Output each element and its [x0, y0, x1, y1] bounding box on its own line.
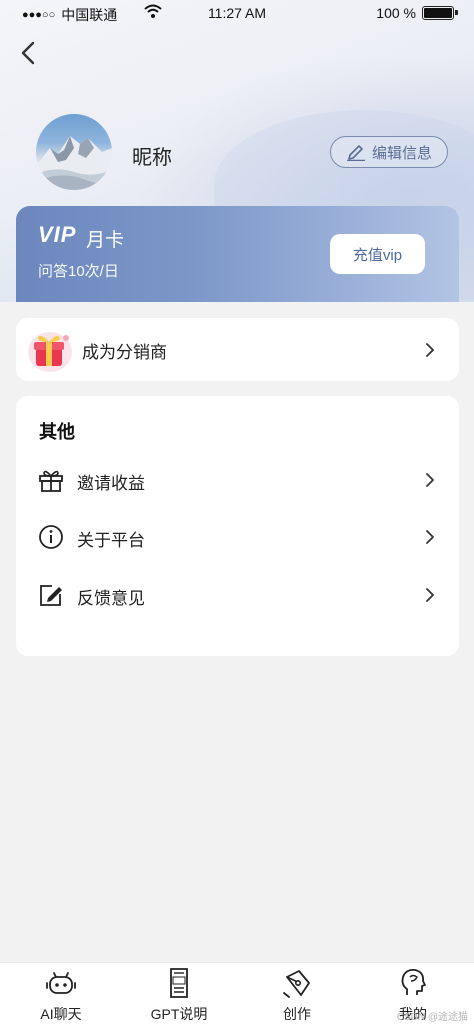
others-section: 其他 邀请收益 关于平台 反馈意见: [16, 396, 459, 656]
distributor-label: 成为分销商: [82, 343, 167, 362]
chevron-right-icon: [426, 588, 434, 602]
invite-earnings-item[interactable]: 邀请收益: [16, 457, 459, 501]
gift-icon: [39, 470, 63, 492]
vip-logo: VIP: [38, 222, 77, 247]
feedback-item[interactable]: 反馈意见: [16, 572, 459, 616]
tab-ai-chat[interactable]: AI聊天: [6, 963, 116, 1026]
invite-earnings-label: 邀请收益: [77, 474, 145, 493]
section-title: 其他: [39, 422, 75, 442]
robot-icon: [46, 972, 76, 994]
battery-icon: [422, 6, 458, 20]
vip-card: VIP 月卡 问答10次/日 充值vip: [16, 206, 459, 306]
tab-gpt-guide[interactable]: GPT说明: [124, 963, 234, 1026]
edit-note-icon: [40, 585, 62, 606]
back-button[interactable]: [16, 40, 42, 66]
edit-profile-label: 编辑信息: [371, 144, 432, 162]
tab-ai-chat-label: AI聊天: [40, 1006, 82, 1022]
tab-gpt-guide-label: GPT说明: [150, 1006, 208, 1022]
watermark: CSDN @途途猫: [396, 1012, 468, 1023]
vip-quota: 问答10次/日: [38, 263, 119, 280]
chevron-right-icon: [426, 343, 434, 357]
info-icon: [39, 525, 63, 549]
nickname: 昵称: [132, 147, 172, 169]
become-distributor-item[interactable]: 成为分销商: [16, 318, 459, 381]
pen-nib-icon: [283, 970, 310, 998]
tab-create-label: 创作: [283, 1006, 311, 1022]
avatar[interactable]: [36, 114, 112, 190]
feedback-label: 反馈意见: [77, 589, 145, 608]
battery-percentage: 100 %: [376, 5, 416, 21]
edit-icon: [346, 145, 365, 161]
edit-profile-button[interactable]: 编辑信息: [330, 136, 448, 168]
about-platform-label: 关于平台: [77, 531, 145, 550]
status-bar: ●●●○○ 中国联通 11:27 AM 100 %: [0, 0, 474, 26]
about-platform-item[interactable]: 关于平台: [16, 514, 459, 558]
chevron-right-icon: [426, 530, 434, 544]
tab-create[interactable]: 创作: [242, 963, 352, 1026]
gpt-doc-icon: [170, 968, 188, 998]
chevron-right-icon: [426, 473, 434, 487]
gift-box-icon: [28, 332, 72, 372]
vip-title: 月卡: [86, 230, 125, 251]
mountain-avatar-image: [36, 136, 112, 190]
recharge-vip-button[interactable]: 充值vip: [330, 234, 425, 274]
head-profile-icon: [401, 968, 426, 995]
